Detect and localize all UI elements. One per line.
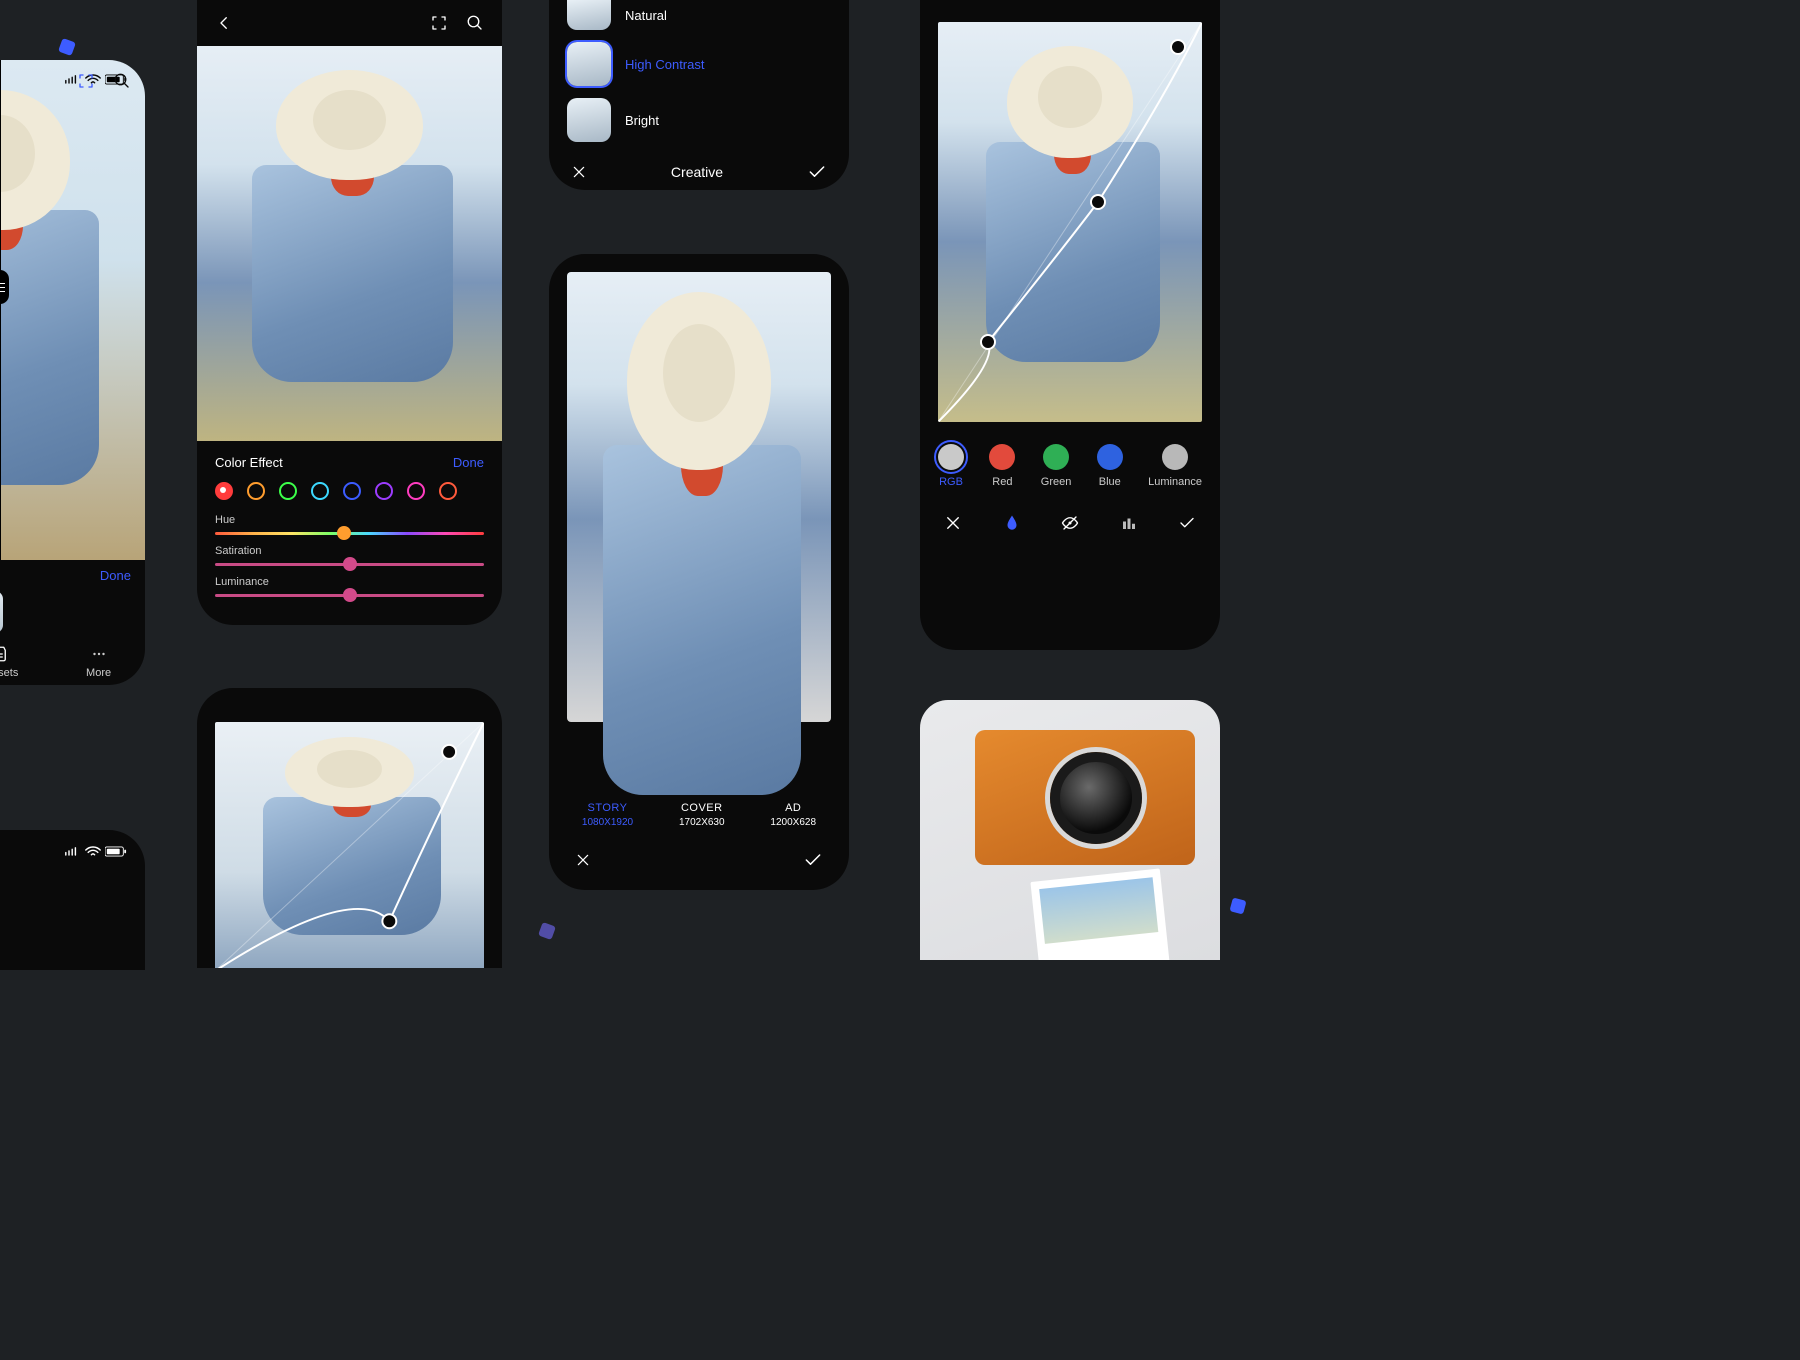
channel-swatch xyxy=(938,444,964,470)
compare-handle[interactable] xyxy=(0,270,9,304)
channel-red[interactable]: Red xyxy=(989,444,1015,488)
histogram-icon[interactable] xyxy=(1120,514,1138,532)
crop-frame-icon[interactable] xyxy=(430,14,448,32)
screen-fragment xyxy=(0,830,145,970)
confirm-icon[interactable] xyxy=(807,162,827,182)
hue-slider[interactable] xyxy=(215,532,484,535)
preset-thumb xyxy=(567,98,611,142)
status-bar xyxy=(0,830,145,857)
channel-blue[interactable]: Blue xyxy=(1097,444,1123,488)
color-swatch[interactable] xyxy=(343,482,361,500)
color-swatch[interactable] xyxy=(215,482,233,500)
color-swatch[interactable] xyxy=(439,482,457,500)
color-swatch[interactable] xyxy=(279,482,297,500)
channel-green[interactable]: Green xyxy=(1041,444,1072,488)
preset-thumbnails xyxy=(0,591,145,633)
tab-more[interactable]: More xyxy=(86,645,111,679)
channel-swatch xyxy=(1097,444,1123,470)
camera-photo-card xyxy=(920,700,1220,960)
photo-preview xyxy=(567,272,831,722)
slider-label-hue: Hue xyxy=(215,514,484,526)
panel-title: Color Effect xyxy=(215,455,283,470)
preset-high-contrast[interactable]: High Contrast xyxy=(549,36,849,92)
screen-color-effect: Color Effect Done Hue Satiration Luminan… xyxy=(197,0,502,625)
slider-label-saturation: Satiration xyxy=(215,545,484,557)
photo-compare-area[interactable] xyxy=(0,60,145,560)
close-icon[interactable] xyxy=(571,164,587,180)
confirm-icon[interactable] xyxy=(1178,514,1196,532)
preset-thumb xyxy=(567,42,611,86)
preset-natural[interactable]: Natural xyxy=(549,0,849,36)
preset-bright[interactable]: Bright xyxy=(549,92,849,148)
screen-curves: RGB Red Green Blue Luminance xyxy=(920,0,1220,650)
photo-preview xyxy=(197,46,502,441)
color-swatch[interactable] xyxy=(375,482,393,500)
channel-swatch xyxy=(1162,444,1188,470)
preset-label: Natural xyxy=(625,8,667,23)
search-icon[interactable] xyxy=(466,14,484,32)
color-swatch[interactable] xyxy=(407,482,425,500)
preset-thumb[interactable] xyxy=(0,591,3,633)
color-swatch[interactable] xyxy=(311,482,329,500)
decor-square xyxy=(1229,897,1246,914)
decor-square xyxy=(58,38,76,56)
screen-curves-secondary xyxy=(197,688,502,968)
channel-swatch xyxy=(989,444,1015,470)
tab-presets[interactable]: Presets xyxy=(0,645,18,679)
compare-divider[interactable] xyxy=(0,60,1,560)
screen-preset-picker: Natural High Contrast Bright Creative xyxy=(549,0,849,190)
camera-lens xyxy=(1050,752,1142,844)
back-icon[interactable] xyxy=(215,14,233,32)
tab-presets-label: Presets xyxy=(0,667,18,679)
polaroid-photo xyxy=(1030,868,1169,960)
drop-icon[interactable] xyxy=(1003,514,1021,532)
saturation-slider[interactable] xyxy=(215,563,484,566)
color-swatch-row xyxy=(215,482,484,500)
preset-label: High Contrast xyxy=(625,57,704,72)
screen-export: STORY 1080X1920 COVER 1702X630 AD 1200X6… xyxy=(549,254,849,890)
color-swatch[interactable] xyxy=(247,482,265,500)
decor-square xyxy=(538,922,556,940)
tab-more-label: More xyxy=(86,667,111,679)
slider-label-luminance: Luminance xyxy=(215,576,484,588)
luminance-slider[interactable] xyxy=(215,594,484,597)
close-icon[interactable] xyxy=(944,514,962,532)
screen-compare: Done Filter Presets More xyxy=(0,60,145,685)
channel-swatch xyxy=(1043,444,1069,470)
visibility-icon[interactable] xyxy=(1061,514,1079,532)
channel-rgb[interactable]: RGB xyxy=(938,444,964,488)
preset-thumb xyxy=(567,0,611,30)
done-button[interactable]: Done xyxy=(0,560,145,591)
preset-category-title: Creative xyxy=(671,164,723,180)
channel-luminance[interactable]: Luminance xyxy=(1148,444,1202,488)
preset-label: Bright xyxy=(625,113,659,128)
photo-curves-area[interactable] xyxy=(938,22,1202,422)
done-button[interactable]: Done xyxy=(453,455,484,470)
photo-curves-area[interactable] xyxy=(215,722,484,968)
